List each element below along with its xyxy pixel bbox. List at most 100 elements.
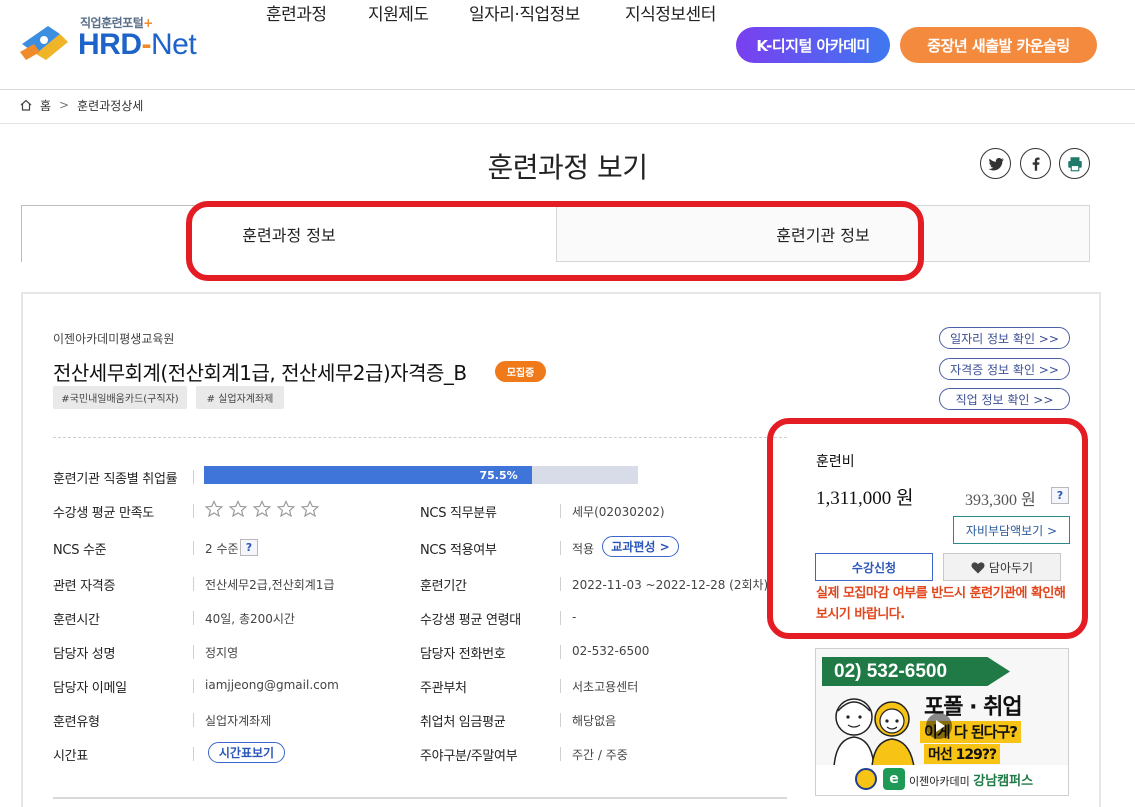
facebook-share-button[interactable] [1020, 148, 1051, 179]
curriculum-button[interactable]: 교과편성 > [602, 536, 679, 557]
print-button[interactable] [1059, 148, 1090, 179]
hrd-net-logo[interactable]: 직업훈련포털+ HRD-Net [18, 12, 208, 62]
manager-value: 정지영 [205, 646, 239, 660]
row-separator [560, 504, 561, 518]
logo-mark-icon [20, 26, 68, 60]
row-separator [560, 541, 561, 555]
email-label: 담당자 이메일 [53, 681, 127, 696]
banner-academy: 이젠아카데미 [909, 775, 970, 788]
dept-value: 서초고용센터 [572, 680, 639, 694]
seal-icon [855, 768, 877, 790]
schedule-label: 시간표 [53, 749, 88, 764]
banner-campus: 강남캠퍼스 [973, 774, 1034, 789]
ncs-level-label: NCS 수준 [53, 543, 107, 558]
daynight-label: 주야구분/주말여부 [420, 749, 518, 764]
page-title: 훈련과정 보기 [487, 151, 648, 184]
row-separator [193, 470, 194, 484]
logo-wordmark: HRD-Net [78, 28, 197, 62]
wage-value: 해당없음 [572, 714, 617, 728]
printer-icon [1067, 156, 1082, 171]
logo-net: Net [151, 28, 197, 61]
ncs-apply-label: NCS 적용여부 [420, 543, 497, 558]
star-icon [253, 500, 271, 518]
cert-label: 관련 자격증 [53, 579, 116, 594]
breadcrumb-divider [0, 123, 1135, 124]
row-separator [193, 541, 194, 555]
tag-national-card: #국민내일배움카드(구직자) [53, 386, 187, 409]
phone-value: 02-532-6500 [572, 644, 650, 658]
ncs-level-value: 2 수준 [205, 542, 239, 556]
row-separator [193, 645, 194, 659]
schedule-button[interactable]: 시간표보기 [208, 742, 285, 763]
row-separator [193, 713, 194, 727]
star-icon [301, 500, 319, 518]
k-digital-academy-button[interactable]: K-디지털 아카데미 [736, 27, 890, 63]
hours-value: 40일, 총200시간 [205, 612, 295, 626]
ncs-job-label: NCS 직무분류 [420, 506, 497, 521]
twitter-icon [988, 157, 1004, 170]
logo-dash: - [141, 28, 152, 61]
breadcrumb-current: 훈련과정상세 [77, 98, 144, 113]
row-separator [560, 713, 561, 727]
period-label: 훈련기간 [420, 579, 467, 594]
dept-label: 주관부처 [420, 681, 467, 696]
phone-label: 담당자 전화번호 [420, 647, 506, 662]
daynight-value: 주간 / 주중 [572, 748, 628, 762]
course-title: 전산세무회계(전산회계1급, 전산세무2급)자격증_B [53, 361, 467, 385]
row-separator [193, 747, 194, 761]
period-value: 2022-11-03 ~2022-12-28 (2회차) [572, 578, 769, 592]
row-separator [193, 611, 194, 625]
satisfaction-label: 수강생 평균 만족도 [53, 506, 154, 521]
row-separator [193, 577, 194, 591]
nav-training-courses[interactable]: 훈련과정 [266, 0, 327, 25]
home-icon[interactable] [20, 99, 32, 111]
nav-knowledge-center[interactable]: 지식정보센터 [625, 0, 716, 25]
type-label: 훈련유형 [53, 715, 100, 730]
twitter-share-button[interactable] [980, 148, 1011, 179]
dashed-divider [53, 437, 787, 438]
ncs-level-help-button[interactable]: ? [240, 539, 258, 556]
breadcrumb-separator: > [59, 98, 70, 112]
email-value: iamjjeong@gmail.com [205, 678, 339, 692]
site-header: 직업훈련포털+ HRD-Net 훈련과정 지원제도 일자리·직업정보 지식정보센… [0, 0, 1135, 90]
row-separator [560, 611, 561, 625]
status-badge: 모집중 [495, 361, 546, 382]
facebook-icon [1032, 157, 1040, 171]
certificate-info-link[interactable]: 자격증 정보 확인 >> [939, 358, 1070, 380]
nav-job-info[interactable]: 일자리·직업정보 [469, 0, 580, 25]
age-label: 수강생 평균 연령대 [420, 613, 521, 628]
job-info-link[interactable]: 일자리 정보 확인 >> [939, 327, 1070, 349]
employment-rate-bar: 75.5% [204, 466, 638, 484]
nav-support-system[interactable]: 지원제도 [368, 0, 429, 25]
row-separator [560, 577, 561, 591]
type-value: 실업자계좌제 [205, 714, 272, 728]
row-separator [193, 504, 194, 518]
wage-label: 취업처 임금평균 [420, 715, 506, 730]
breadcrumb-home[interactable]: 홈 [40, 97, 51, 114]
ncs-apply-value: 적용 [572, 542, 595, 556]
midlife-counseling-button[interactable]: 중장년 새출발 카운슬링 [900, 27, 1097, 63]
breadcrumb: 홈 > 훈련과정상세 [20, 97, 143, 113]
manager-label: 담당자 성명 [53, 647, 116, 662]
employment-rate-value: 75.5% [479, 468, 518, 482]
play-icon[interactable] [926, 713, 952, 739]
star-icon [277, 500, 295, 518]
banner-footer-text: 이젠아카데미 강남캠퍼스 [909, 770, 1033, 789]
banner-illustration-icon [833, 698, 915, 767]
occupation-info-link[interactable]: 직업 정보 확인 >> [939, 388, 1070, 410]
age-value: - [572, 610, 577, 624]
row-separator [193, 679, 194, 693]
satisfaction-rating [205, 500, 319, 518]
banner-line-2: 머선 129?? [924, 744, 1001, 764]
row-separator [560, 679, 561, 693]
details-bottom-divider [53, 797, 787, 799]
tabs-highlight-annotation [186, 201, 924, 281]
hours-label: 훈련시간 [53, 613, 100, 628]
cert-value: 전산세무2급,전산회계1급 [205, 578, 335, 592]
row-separator [560, 645, 561, 659]
ezen-logo-icon: e [883, 768, 905, 790]
ncs-job-value: 세무(02030202) [572, 505, 665, 519]
logo-hrd: HRD [78, 28, 142, 61]
fee-highlight-annotation [767, 418, 1088, 639]
star-icon [205, 500, 223, 518]
